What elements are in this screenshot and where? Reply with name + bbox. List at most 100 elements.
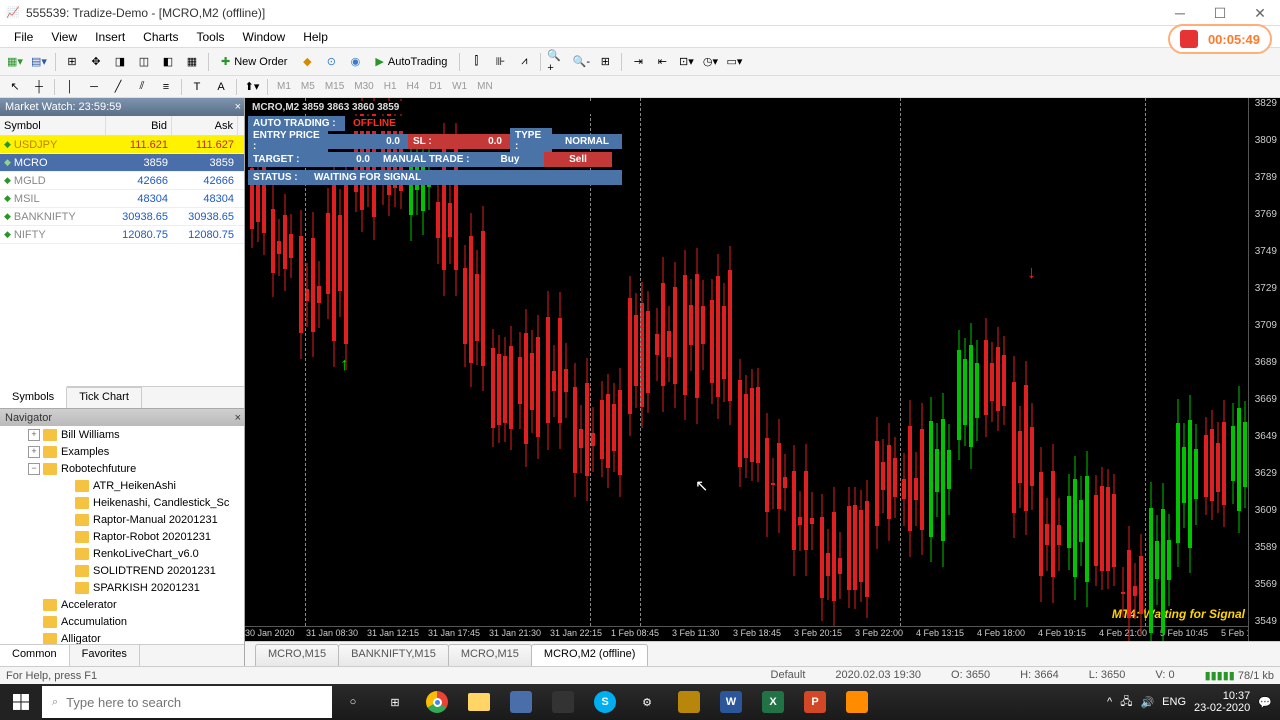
taskbar-search[interactable]: ⌕ [42, 686, 332, 718]
screen-recorder[interactable]: 00:05:49 [1168, 24, 1272, 54]
market-icon[interactable]: ◉ [344, 51, 366, 73]
menu-tools[interactable]: Tools [189, 28, 233, 46]
nav-item[interactable]: Heikenashi, Candlestick_Sc [0, 494, 244, 511]
nav-item[interactable]: +Bill Williams [0, 426, 244, 443]
market-watch-icon[interactable]: ⊞ [61, 51, 83, 73]
periodicity-icon[interactable]: ◷▾ [699, 51, 721, 73]
menu-window[interactable]: Window [235, 28, 294, 46]
tab-symbols[interactable]: Symbols [0, 386, 67, 408]
timeframe-M5[interactable]: M5 [296, 79, 320, 94]
zoom-out-icon[interactable]: 🔍- [570, 51, 592, 73]
signals-icon[interactable]: ⊙ [320, 51, 342, 73]
record-stop-icon[interactable] [1180, 30, 1198, 48]
navigator-icon[interactable]: ◫ [133, 51, 155, 73]
line-chart-icon[interactable]: ⩘ [513, 51, 535, 73]
tray-expand-icon[interactable]: ^ [1107, 696, 1112, 708]
new-order-button[interactable]: ✚New Order [214, 51, 294, 73]
channel-icon[interactable]: ⫽ [131, 77, 153, 97]
arrows-icon[interactable]: ⬆▾ [241, 77, 263, 97]
search-input[interactable] [66, 695, 322, 710]
close-button[interactable]: ✕ [1240, 0, 1280, 26]
system-tray[interactable]: ^ 🖧 🔊 ENG 10:37 23-02-2020 💬 [1107, 690, 1280, 714]
menu-file[interactable]: File [6, 28, 41, 46]
file-explorer-icon[interactable] [458, 684, 500, 720]
profiles-icon[interactable]: ▤▾ [28, 51, 50, 73]
nav-item[interactable]: +Examples [0, 443, 244, 460]
new-chart-icon[interactable]: ▦▾ [4, 51, 26, 73]
crosshair-icon[interactable]: ✥ [85, 51, 107, 73]
text-label-icon[interactable]: A [210, 77, 232, 97]
app-icon-2[interactable] [542, 684, 584, 720]
skype-icon[interactable]: S [584, 684, 626, 720]
chrome-icon[interactable] [416, 684, 458, 720]
windows-start-button[interactable] [0, 684, 42, 720]
chart-tab[interactable]: MCRO,M15 [448, 644, 532, 666]
tab-common[interactable]: Common [0, 645, 70, 666]
nav-item[interactable]: Accumulation [0, 613, 244, 630]
market-watch-row[interactable]: ◆NIFTY12080.7512080.75 [0, 226, 244, 244]
settings-icon[interactable]: ⚙ [626, 684, 668, 720]
chart-tab[interactable]: MCRO,M15 [255, 644, 339, 666]
fibonacci-icon[interactable]: ≡ [155, 77, 177, 97]
trendline-icon[interactable]: ╱ [107, 77, 129, 97]
timeframe-H1[interactable]: H1 [379, 79, 402, 94]
nav-item[interactable]: SPARKISH 20201231 [0, 579, 244, 596]
market-watch-row[interactable]: ◆BANKNIFTY30938.6530938.65 [0, 208, 244, 226]
nav-item[interactable]: RenkoLiveChart_v6.0 [0, 545, 244, 562]
menu-view[interactable]: View [43, 28, 85, 46]
zoom-in-icon[interactable]: 🔍+ [546, 51, 568, 73]
market-watch-row[interactable]: ◆MSIL4830448304 [0, 190, 244, 208]
text-icon[interactable]: T [186, 77, 208, 97]
buy-button[interactable]: Buy [476, 152, 544, 167]
terminal-icon[interactable]: ◧ [157, 51, 179, 73]
nav-item[interactable]: Accelerator [0, 596, 244, 613]
app-icon-3[interactable] [836, 684, 878, 720]
chart-shift-icon[interactable]: ⇤ [651, 51, 673, 73]
indicators-icon[interactable]: ⊡▾ [675, 51, 697, 73]
nav-item[interactable]: −Robotechfuture [0, 460, 244, 477]
auto-scroll-icon[interactable]: ⇥ [627, 51, 649, 73]
timeframe-D1[interactable]: D1 [424, 79, 447, 94]
bar-chart-icon[interactable]: ⫿ [465, 51, 487, 73]
nav-item[interactable]: SOLIDTREND 20201231 [0, 562, 244, 579]
menu-help[interactable]: Help [295, 28, 336, 46]
word-icon[interactable]: W [710, 684, 752, 720]
market-watch-close-icon[interactable]: × [235, 101, 241, 113]
minimize-button[interactable]: ─ [1160, 0, 1200, 26]
maximize-button[interactable]: ☐ [1200, 0, 1240, 26]
data-window-icon[interactable]: ◨ [109, 51, 131, 73]
tile-windows-icon[interactable]: ⊞ [594, 51, 616, 73]
tab-tick-chart[interactable]: Tick Chart [67, 387, 142, 408]
language-indicator[interactable]: ENG [1162, 696, 1186, 708]
timeframe-MN[interactable]: MN [472, 79, 498, 94]
candlestick-icon[interactable]: ⊪ [489, 51, 511, 73]
network-icon[interactable]: 🖧 [1120, 693, 1132, 712]
navigator-close-icon[interactable]: × [235, 412, 241, 424]
market-watch-row[interactable]: ◆MGLD4266642666 [0, 172, 244, 190]
cursor-icon[interactable]: ↖ [4, 77, 26, 97]
templates-icon[interactable]: ▭▾ [723, 51, 745, 73]
notifications-icon[interactable]: 💬 [1258, 696, 1272, 709]
menu-charts[interactable]: Charts [135, 28, 186, 46]
sell-button[interactable]: Sell [544, 152, 612, 167]
nav-item[interactable]: ATR_HeikenAshi [0, 477, 244, 494]
task-view-icon[interactable]: ⊞ [374, 684, 416, 720]
timeframe-M15[interactable]: M15 [320, 79, 349, 94]
vertical-line-icon[interactable]: │ [59, 77, 81, 97]
excel-icon[interactable]: X [752, 684, 794, 720]
auto-trading-button[interactable]: ▶AutoTrading [368, 51, 454, 73]
nav-item[interactable]: Alligator [0, 630, 244, 644]
horizontal-line-icon[interactable]: ─ [83, 77, 105, 97]
app-icon-1[interactable] [500, 684, 542, 720]
metaquotes-icon[interactable]: ◆ [296, 51, 318, 73]
crosshair-tool-icon[interactable]: ┼ [28, 77, 50, 97]
volume-icon[interactable]: 🔊 [1140, 696, 1154, 709]
chart-tab[interactable]: MCRO,M2 (offline) [531, 644, 648, 666]
market-watch-row[interactable]: ◆MCRO38593859 [0, 154, 244, 172]
tab-favorites[interactable]: Favorites [70, 645, 140, 666]
powerpoint-icon[interactable]: P [794, 684, 836, 720]
db-icon[interactable] [668, 684, 710, 720]
menu-insert[interactable]: Insert [87, 28, 133, 46]
nav-item[interactable]: Raptor-Robot 20201231 [0, 528, 244, 545]
timeframe-M1[interactable]: M1 [272, 79, 296, 94]
